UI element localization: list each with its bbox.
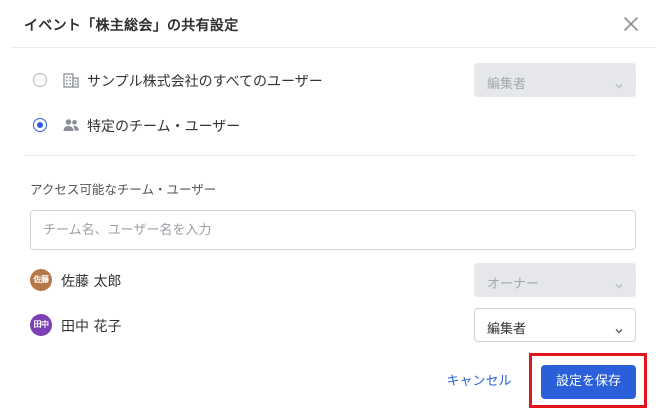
user-permission-select[interactable]: 編集者	[474, 308, 636, 342]
user-permission-value: 編集者	[487, 322, 527, 337]
avatar: 佐藤	[30, 269, 52, 291]
share-settings-dialog: イベント「株主総会」の共有設定 サンプル株式会社のすべてのユーザー 編集者 特定…	[0, 0, 664, 412]
cancel-button[interactable]: キャンセル	[436, 370, 522, 394]
access-section-label: アクセス可能なチーム・ユーザー	[30, 182, 217, 197]
chevron-down-icon	[614, 76, 624, 89]
user-name: 田中 花子	[61, 319, 122, 335]
option-specific-users-label: 特定のチーム・ユーザー	[87, 119, 241, 135]
chevron-down-icon	[614, 321, 624, 334]
user-permission-value: オーナー	[487, 277, 540, 292]
team-user-search-input[interactable]	[30, 210, 636, 250]
option-all-users-label: サンプル株式会社のすべてのユーザー	[87, 74, 323, 90]
users-icon	[62, 116, 80, 134]
dialog-title: イベント「株主総会」の共有設定	[24, 18, 239, 34]
dialog-header: イベント「株主総会」の共有設定	[0, 0, 664, 48]
section-divider	[24, 155, 636, 156]
all-users-permission-select: 編集者	[474, 63, 636, 97]
save-settings-button[interactable]: 設定を保存	[541, 365, 636, 399]
avatar: 田中	[30, 314, 52, 336]
user-name: 佐藤 太郎	[61, 274, 122, 290]
radio-specific-users[interactable]	[33, 118, 47, 132]
building-icon	[62, 71, 80, 89]
radio-all-users[interactable]	[33, 73, 47, 87]
user-permission-select: オーナー	[474, 263, 636, 297]
user-row: 佐藤 佐藤 太郎 オーナー	[30, 263, 636, 297]
user-row: 田中 田中 花子 編集者	[30, 308, 636, 342]
option-all-users[interactable]: サンプル株式会社のすべてのユーザー 編集者	[24, 62, 644, 98]
option-specific-users[interactable]: 特定のチーム・ユーザー	[24, 107, 644, 143]
header-divider	[10, 47, 656, 48]
close-icon[interactable]	[620, 13, 642, 35]
all-users-permission-value: 編集者	[487, 77, 527, 92]
chevron-down-icon	[614, 276, 624, 289]
